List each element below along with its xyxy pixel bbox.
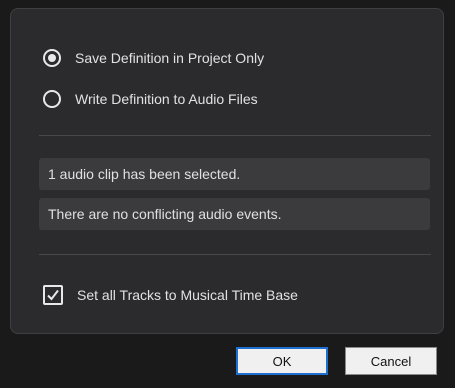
conflict-info-box: There are no conflicting audio events. <box>39 198 430 230</box>
radio-write-to-files-label: Write Definition to Audio Files <box>75 91 258 107</box>
ok-button[interactable]: OK <box>236 347 328 375</box>
musical-time-base-label: Set all Tracks to Musical Time Base <box>77 287 298 303</box>
musical-time-base-checkbox-row[interactable]: Set all Tracks to Musical Time Base <box>43 284 298 306</box>
conflict-info-text: There are no conflicting audio events. <box>48 206 282 222</box>
selection-info-box: 1 audio clip has been selected. <box>39 158 430 190</box>
dialog-window: Save Definition in Project Only Write De… <box>0 0 455 388</box>
radio-selected-icon[interactable] <box>43 49 61 67</box>
cancel-button[interactable]: Cancel <box>345 347 437 375</box>
radio-unselected-icon[interactable] <box>43 90 61 108</box>
divider <box>39 135 431 136</box>
radio-write-to-files[interactable]: Write Definition to Audio Files <box>43 86 258 112</box>
radio-save-in-project-label: Save Definition in Project Only <box>75 50 265 66</box>
checkbox-checked-icon[interactable] <box>43 285 63 305</box>
radio-save-in-project[interactable]: Save Definition in Project Only <box>43 45 264 71</box>
divider <box>39 254 431 255</box>
selection-info-text: 1 audio clip has been selected. <box>48 166 241 182</box>
options-panel: Save Definition in Project Only Write De… <box>10 8 444 334</box>
